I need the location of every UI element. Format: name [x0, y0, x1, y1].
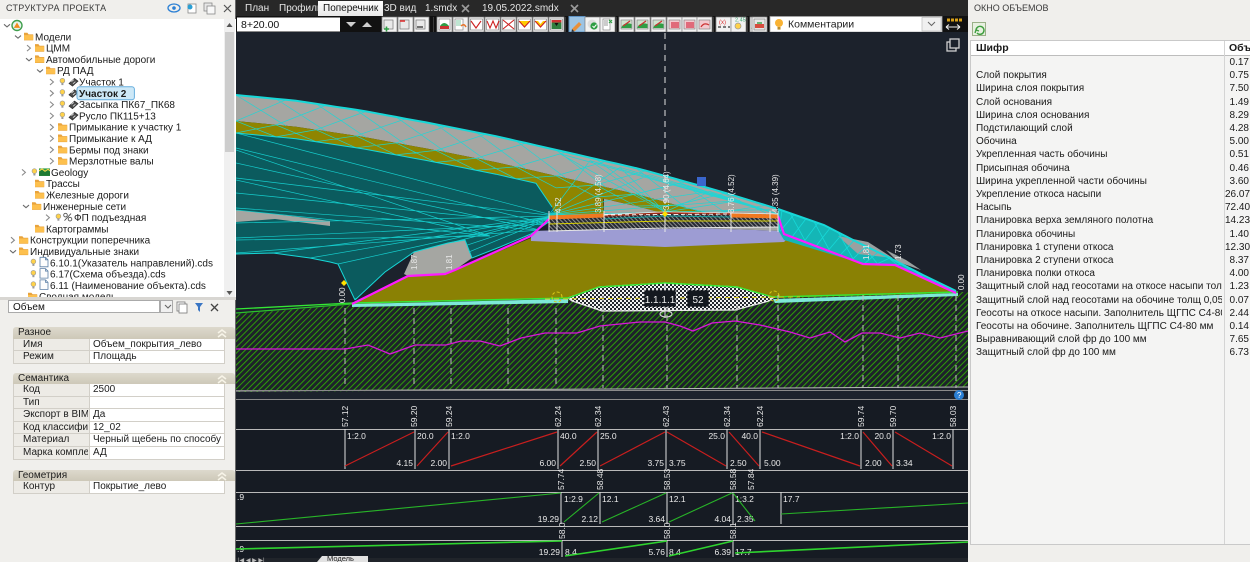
svg-text:59.74: 59.74	[856, 405, 866, 427]
svg-text:1:2.0: 1:2.0	[840, 431, 859, 441]
svg-text:62.34: 62.34	[593, 405, 603, 427]
svg-text:58.0: 58.0	[662, 522, 672, 539]
svg-text:57.12: 57.12	[340, 405, 350, 427]
svg-text:|◀ ◀ ▶ ▶|: |◀ ◀ ▶ ▶|	[238, 558, 265, 562]
svg-text:6.39: 6.39	[714, 547, 731, 557]
svg-text:6.11 (Наименование объекта).cd: 6.11 (Наименование объекта).cds	[50, 280, 206, 292]
svg-text:6.00: 6.00	[539, 458, 556, 468]
svg-text:6.10.1(Указатель направлений).: 6.10.1(Указатель направлений).cds	[50, 258, 213, 269]
svg-text:58.1: 58.1	[728, 522, 738, 539]
svg-text:3.75: 3.75	[669, 458, 686, 468]
svg-text:3.75: 3.75	[647, 458, 664, 468]
svg-text:5.76: 5.76	[648, 547, 665, 557]
svg-text:59.70: 59.70	[888, 405, 898, 427]
svg-text:1:2.0: 1:2.0	[347, 431, 366, 441]
svg-text:58.53: 58.53	[662, 468, 672, 490]
svg-text:57.84: 57.84	[746, 468, 756, 490]
svg-text:2.50: 2.50	[730, 458, 747, 468]
svg-text:58.58: 58.58	[728, 468, 738, 490]
svg-text:4.15: 4.15	[396, 458, 413, 468]
svg-text:20.0: 20.0	[874, 431, 891, 441]
svg-text:57.74: 57.74	[556, 468, 566, 490]
svg-text:25.0: 25.0	[708, 431, 725, 441]
svg-text:Бермы под знаки: Бермы под знаки	[69, 145, 149, 156]
svg-text:4.52: 4.52	[554, 197, 563, 213]
svg-text:19.29: 19.29	[539, 547, 561, 557]
svg-text:(x): (x)	[719, 20, 726, 26]
svg-text:8+20.00: 8+20.00	[241, 19, 279, 31]
svg-text:62.24: 62.24	[553, 405, 563, 427]
svg-text:3.76 (4.52): 3.76 (4.52)	[727, 174, 736, 213]
svg-text:3.34: 3.34	[896, 458, 913, 468]
svg-text:Трассы: Трассы	[46, 179, 80, 190]
svg-text:Участок 2: Участок 2	[79, 89, 127, 100]
svg-text:59.20: 59.20	[409, 405, 419, 427]
svg-text:20.0: 20.0	[417, 431, 434, 441]
svg-text:Русло ПК115+13: Русло ПК115+13	[79, 111, 156, 122]
svg-text:25.0: 25.0	[600, 431, 617, 441]
svg-text:4.35 (4.39): 4.35 (4.39)	[771, 174, 780, 213]
svg-text:ЦММ: ЦММ	[46, 44, 70, 55]
svg-text:Модели: Модели	[35, 32, 71, 43]
svg-text:62.43: 62.43	[661, 405, 671, 427]
svg-text:58.03: 58.03	[948, 405, 958, 427]
svg-text:Geology: Geology	[51, 168, 88, 179]
svg-text:12.1: 12.1	[669, 494, 686, 504]
svg-text:40.0: 40.0	[560, 431, 577, 441]
svg-text:58.48: 58.48	[595, 468, 605, 490]
svg-text:Железные дороги: Железные дороги	[46, 191, 129, 202]
svg-text:0.00: 0.00	[338, 287, 347, 303]
svg-text:59.24: 59.24	[444, 405, 454, 427]
svg-text:17.7: 17.7	[783, 494, 800, 504]
svg-text:1:2.9: 1:2.9	[564, 494, 583, 504]
svg-text:РД ПАД: РД ПАД	[57, 66, 94, 77]
svg-text:12.1: 12.1	[602, 494, 619, 504]
svg-text:1:2.0: 1:2.0	[451, 431, 470, 441]
svg-text:3.90 (4.64): 3.90 (4.64)	[662, 171, 671, 210]
svg-text:?: ?	[957, 391, 962, 400]
svg-text:Автомобильные дороги: Автомобильные дороги	[46, 54, 155, 66]
svg-text:Примыкание к АД: Примыкание к АД	[69, 134, 152, 145]
svg-text:Комментарии: Комментарии	[788, 19, 854, 31]
svg-text:0.00: 0.00	[957, 274, 966, 290]
svg-text:1.73: 1.73	[894, 244, 903, 260]
svg-text:5.00: 5.00	[764, 458, 781, 468]
svg-text:2.12: 2.12	[581, 514, 598, 524]
svg-text:1.1.1.1: 1.1.1.1	[645, 295, 676, 306]
svg-text:Модель: Модель	[327, 554, 354, 562]
svg-text:1:2.0: 1:2.0	[932, 431, 951, 441]
svg-text:1.81: 1.81	[862, 244, 871, 260]
svg-text:1.81: 1.81	[445, 254, 454, 270]
svg-text:.9: .9	[237, 492, 244, 502]
svg-text:2.45: 2.45	[735, 18, 746, 24]
svg-text:2.00: 2.00	[430, 458, 447, 468]
svg-text:Мерзлотные валы: Мерзлотные валы	[69, 157, 154, 168]
svg-text:Картограммы: Картограммы	[46, 224, 108, 235]
svg-text:58.0: 58.0	[557, 522, 567, 539]
svg-text:Примыкание к участку 1: Примыкание к участку 1	[69, 123, 182, 134]
svg-text:2.50: 2.50	[579, 458, 596, 468]
svg-text:40.0: 40.0	[741, 431, 758, 441]
svg-text:62.34: 62.34	[722, 405, 732, 427]
svg-text:1.87: 1.87	[410, 254, 419, 270]
svg-text:52: 52	[692, 295, 704, 306]
svg-text:Индивидуальные знаки: Индивидуальные знаки	[30, 247, 139, 258]
svg-text:Инженерные сети: Инженерные сети	[43, 202, 126, 213]
svg-text:Засыпка ПК67_ПК68: Засыпка ПК67_ПК68	[79, 100, 175, 111]
svg-text:Конструкции поперечника: Конструкции поперечника	[30, 236, 151, 247]
svg-text:62.24: 62.24	[755, 405, 765, 427]
svg-text:ФП подъездная: ФП подъездная	[74, 213, 146, 224]
svg-text:3.89 (4.58): 3.89 (4.58)	[594, 174, 603, 213]
svg-text:2.00: 2.00	[865, 458, 882, 468]
svg-text:6.17(Схема объезда).cds: 6.17(Схема объезда).cds	[50, 269, 166, 281]
